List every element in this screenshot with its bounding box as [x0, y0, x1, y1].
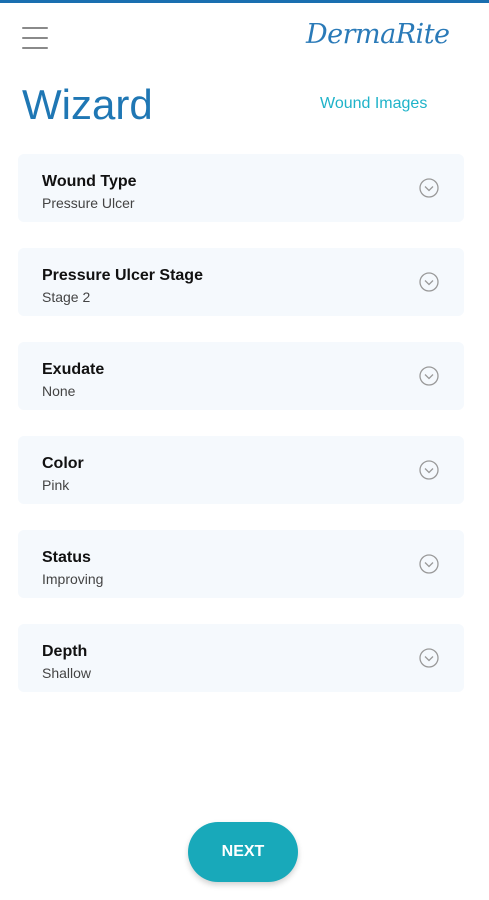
chevron-down-circle-icon[interactable] [419, 272, 439, 292]
field-status-dropdown[interactable]: Status Improving [18, 530, 464, 598]
field-exudate-dropdown[interactable]: Exudate None [18, 342, 464, 410]
next-button[interactable]: NEXT [188, 822, 298, 882]
dermarite-logo: DermaRite [306, 19, 450, 50]
field-value: Improving [42, 571, 104, 587]
chevron-down-circle-icon[interactable] [419, 366, 439, 386]
field-label: Status [42, 549, 91, 566]
field-value: Pink [42, 477, 70, 493]
field-value: Stage 2 [42, 289, 91, 305]
chevron-down-circle-icon[interactable] [419, 178, 439, 198]
field-value: Shallow [42, 665, 92, 681]
field-label: Depth [42, 643, 88, 660]
wizard-field-list: Wound Type Pressure Ulcer Pressure Ulcer… [18, 154, 464, 718]
wound-images-link[interactable]: Wound Images [320, 95, 427, 113]
field-value: Pressure Ulcer [42, 195, 135, 211]
field-wound-type-dropdown[interactable]: Wound Type Pressure Ulcer [18, 154, 464, 222]
field-pressure-ulcer-stage-dropdown[interactable]: Pressure Ulcer Stage Stage 2 [18, 248, 464, 316]
chevron-down-circle-icon[interactable] [419, 648, 439, 668]
page-title: Wizard [22, 81, 153, 128]
field-depth-dropdown[interactable]: Depth Shallow [18, 624, 464, 692]
hamburger-menu-icon[interactable] [22, 27, 48, 53]
field-value: None [42, 383, 76, 399]
field-label: Exudate [42, 361, 105, 378]
field-label: Wound Type [42, 173, 137, 190]
field-label: Color [42, 455, 84, 472]
top-accent-strip [0, 0, 489, 3]
field-label: Pressure Ulcer Stage [42, 267, 203, 284]
field-color-dropdown[interactable]: Color Pink [18, 436, 464, 504]
chevron-down-circle-icon[interactable] [419, 554, 439, 574]
chevron-down-circle-icon[interactable] [419, 460, 439, 480]
